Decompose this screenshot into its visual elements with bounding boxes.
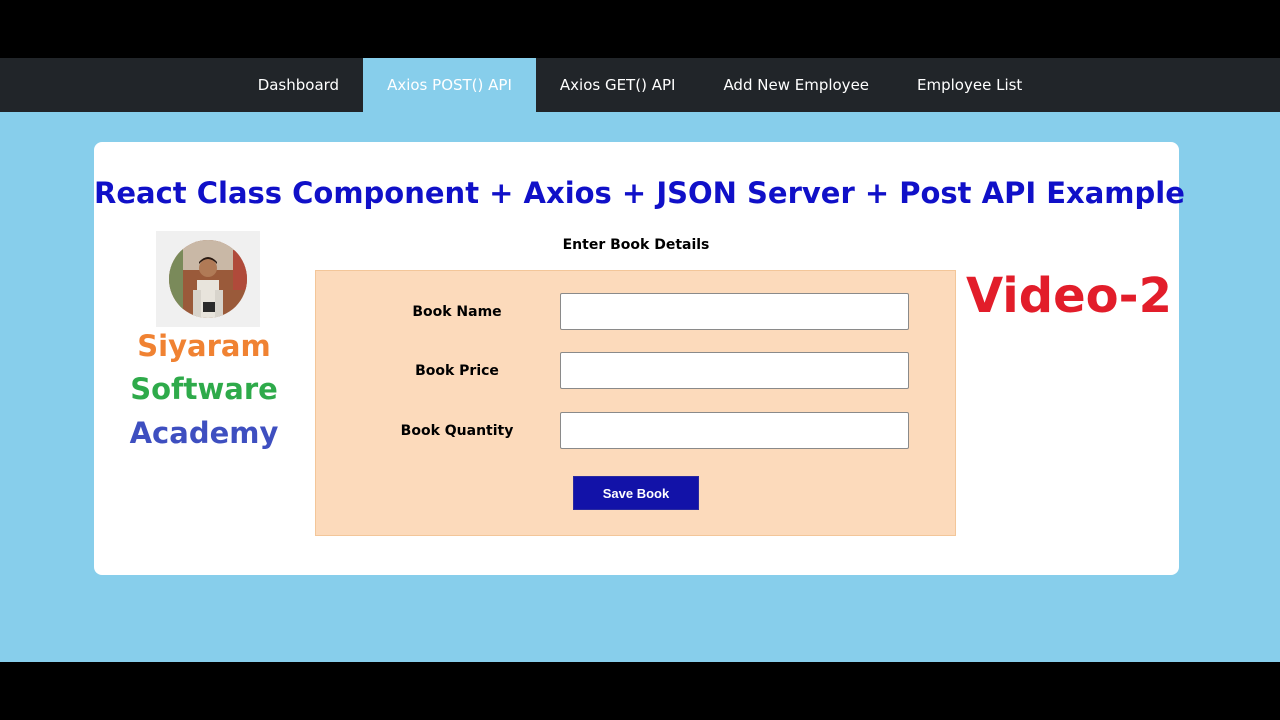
nav-item-dashboard[interactable]: Dashboard (234, 58, 363, 112)
brand-line-academy: Academy (129, 416, 279, 450)
browser-viewport: Dashboard Axios POST() API Axios GET() A… (0, 58, 1280, 662)
book-name-label: Book Name (412, 304, 502, 320)
book-quantity-label: Book Quantity (400, 423, 514, 439)
book-name-input[interactable] (560, 293, 909, 330)
book-form: Book Name Book Price Book Quantity Save … (315, 270, 956, 536)
nav-item-employee-list[interactable]: Employee List (893, 58, 1046, 112)
form-heading: Enter Book Details (562, 237, 710, 253)
avatar-frame (156, 231, 260, 327)
save-book-button[interactable]: Save Book (573, 476, 699, 510)
page-title: React Class Component + Axios + JSON Ser… (94, 176, 1185, 210)
brand-line-siyaram: Siyaram (137, 329, 271, 363)
book-quantity-input[interactable] (560, 412, 909, 449)
nav-item-axios-get-api[interactable]: Axios GET() API (536, 58, 700, 112)
user-photo-icon (169, 240, 247, 318)
book-price-input[interactable] (560, 352, 909, 389)
brand-line-software: Software (130, 372, 278, 406)
top-navbar: Dashboard Axios POST() API Axios GET() A… (0, 58, 1280, 112)
nav-item-axios-post-api[interactable]: Axios POST() API (363, 58, 536, 112)
nav-item-add-new-employee[interactable]: Add New Employee (699, 58, 893, 112)
avatar-photo (169, 240, 247, 318)
video-frame: Dashboard Axios POST() API Axios GET() A… (0, 0, 1280, 720)
content-card: React Class Component + Axios + JSON Ser… (94, 142, 1185, 575)
book-price-label: Book Price (415, 363, 499, 379)
video-number-label: Video-2 (966, 268, 1172, 324)
